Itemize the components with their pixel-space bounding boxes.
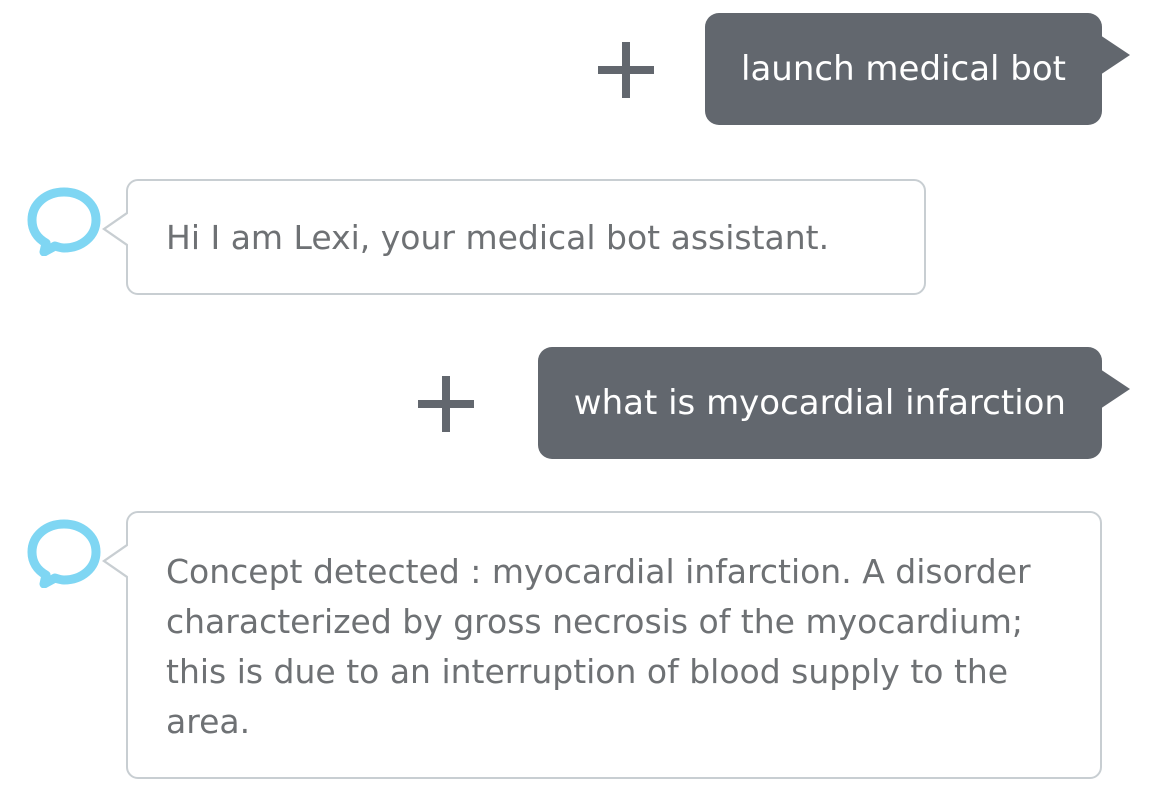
user-message-bubble: launch medical bot: [705, 13, 1130, 125]
bot-message-bubble: Concept detected : myocardial infarction…: [102, 511, 1102, 779]
chat-bubble-icon: [27, 519, 101, 588]
plus-icon[interactable]: [598, 42, 654, 98]
bot-message-bubble: Hi I am Lexi, your medical bot assistant…: [102, 179, 926, 295]
user-message-text: launch medical bot: [741, 49, 1066, 89]
user-message-bubble: what is myocardial infarction: [537, 347, 1130, 459]
user-message-text: what is myocardial infarction: [573, 383, 1066, 423]
bot-message-text: Hi I am Lexi, your medical bot assistant…: [166, 217, 830, 257]
bot-message-text: Concept detected : myocardial infarction…: [166, 552, 1031, 741]
bubble-tail: [1100, 35, 1130, 75]
plus-icon[interactable]: [418, 376, 474, 432]
chat-bubble-icon: [27, 187, 101, 256]
bubble-tail: [1100, 369, 1130, 409]
